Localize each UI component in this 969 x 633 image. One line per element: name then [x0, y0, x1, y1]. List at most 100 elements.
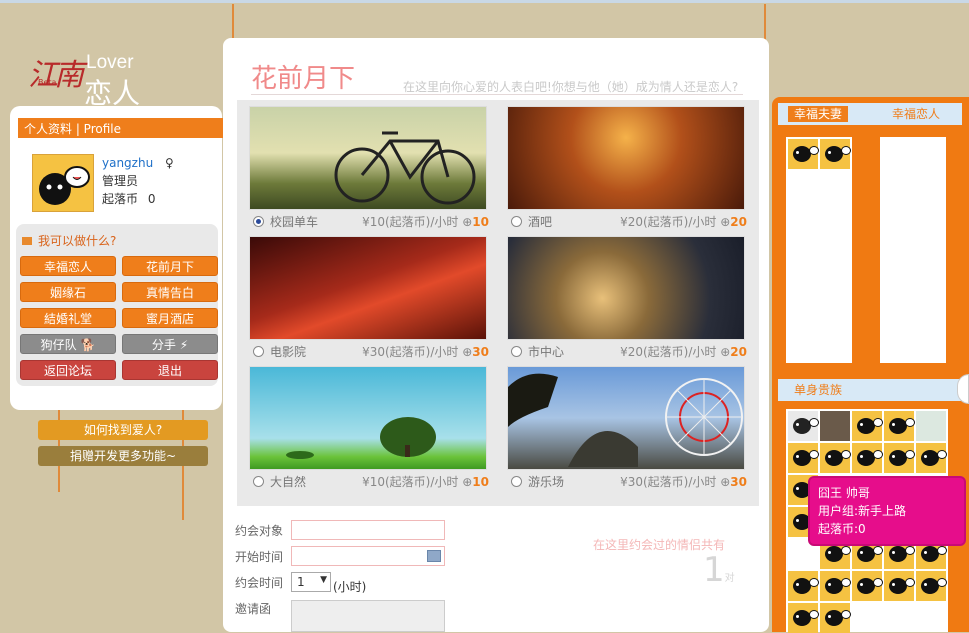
place-price: ¥10(起落币)/小时 ⊕10 — [362, 214, 489, 229]
site-logo[interactable]: 江南 Beta Lover 恋人 — [28, 50, 158, 110]
bicycle-icon — [334, 131, 476, 205]
side-scroll-tab[interactable] — [957, 374, 969, 404]
right-panel: 幸福夫妻 幸福恋人 单身贵族 — [772, 97, 969, 633]
btn-confession[interactable]: 真情告白 — [122, 282, 218, 302]
ferris-wheel-icon — [508, 373, 743, 467]
member-avatar-icon[interactable] — [820, 139, 851, 169]
member-avatar-icon[interactable] — [884, 571, 915, 601]
member-photo-avatar[interactable] — [916, 411, 946, 441]
radio-cinema[interactable] — [253, 345, 264, 357]
member-avatar-icon[interactable] — [788, 571, 819, 601]
btn-honeymoon-hotel[interactable]: 蜜月酒店 — [122, 308, 218, 328]
singles-title: 单身贵族 — [794, 383, 843, 397]
radio-amusement-park[interactable] — [511, 475, 522, 487]
tab-happy-couples[interactable]: 幸福夫妻 — [788, 106, 849, 122]
btn-breakup[interactable]: 分手 ⚡ — [122, 334, 218, 354]
user-info: yangzhu ♀ 管理员 起落币 0 — [102, 154, 174, 208]
member-avatar-icon[interactable] — [788, 603, 819, 633]
btn-paparazzi-label: 狗仔队 — [40, 338, 77, 352]
date-target-input[interactable] — [291, 520, 445, 540]
place-count: 10 — [472, 214, 489, 229]
member-avatar-icon[interactable] — [788, 443, 819, 473]
member-avatar-icon[interactable] — [884, 411, 915, 441]
stats-count-value: 1 — [703, 550, 725, 590]
place-count: 10 — [472, 474, 489, 489]
radio-campus-bike[interactable] — [253, 215, 264, 227]
chevron-down-icon: ▼ — [320, 575, 327, 585]
btn-paparazzi[interactable]: 狗仔队 🐕 — [20, 334, 116, 354]
radio-bar[interactable] — [511, 215, 522, 227]
member-avatar-icon[interactable] — [852, 571, 883, 601]
place-card[interactable]: 大自然 ¥10(起落币)/小时 ⊕10 — [249, 366, 489, 492]
place-name: 游乐场 — [528, 474, 565, 489]
singles-header: 单身贵族 — [778, 379, 962, 401]
photo-amusement-park — [507, 366, 745, 470]
actions-box: 我可以做什么? 幸福恋人 花前月下 姻缘石 真情告白 結婚礼堂 蜜月酒店 狗仔队… — [16, 224, 218, 386]
member-avatar-icon[interactable] — [852, 443, 883, 473]
username-link[interactable]: yangzhu — [102, 156, 153, 170]
place-card[interactable]: 酒吧 ¥20(起落币)/小时 ⊕20 — [507, 106, 747, 232]
radio-city-center[interactable] — [511, 345, 522, 357]
title-divider — [251, 94, 743, 95]
donate-button[interactable]: 捐赠开发更多功能~ — [38, 446, 208, 466]
gender-icon: ♀ — [165, 156, 174, 170]
btn-logout[interactable]: 退出 — [122, 360, 218, 380]
actions-title-text: 我可以做什么? — [38, 234, 117, 248]
photo-campus-bike — [249, 106, 487, 210]
member-avatar-icon[interactable] — [852, 411, 883, 441]
member-photo-avatar[interactable] — [820, 411, 850, 441]
avatar-face-icon — [39, 166, 90, 205]
how-to-find-love-button[interactable]: 如何找到爱人? — [38, 420, 208, 440]
start-time-input[interactable] — [291, 546, 445, 566]
user-role: 管理员 — [102, 174, 139, 188]
member-avatar-icon[interactable] — [884, 443, 915, 473]
actions-title: 我可以做什么? — [22, 232, 116, 249]
place-price: ¥30(起落币)/小时 ⊕30 — [362, 344, 489, 359]
tooltip-name: 囧王 帅哥 — [818, 486, 870, 500]
member-panda-avatar-icon[interactable] — [788, 411, 819, 441]
tab-happy-lovers[interactable]: 幸福恋人 — [886, 106, 946, 122]
place-card[interactable]: 校园单车 ¥10(起落币)/小时 ⊕10 — [249, 106, 489, 232]
tooltip-currency: 起落币:0 — [818, 522, 866, 536]
btn-wedding-hall[interactable]: 結婚礼堂 — [20, 308, 116, 328]
member-avatar-icon[interactable] — [916, 443, 947, 473]
photo-bar — [507, 106, 745, 210]
place-name: 酒吧 — [528, 214, 553, 229]
place-price: ¥10(起落币)/小时 ⊕10 — [362, 474, 489, 489]
tree-icon — [286, 417, 436, 459]
invitation-textarea[interactable] — [291, 600, 445, 632]
duration-value: 1 — [297, 575, 305, 589]
place-card[interactable]: 游乐场 ¥30(起落币)/小时 ⊕30 — [507, 366, 747, 492]
member-avatar-icon[interactable] — [916, 571, 947, 601]
couples-column — [786, 137, 852, 363]
btn-happy-lovers[interactable]: 幸福恋人 — [20, 256, 116, 276]
main-panel: 花前月下 在这里向你心爱的人表白吧!你想与他（她）成为情人还是恋人? 校园单车 ¥… — [223, 38, 769, 632]
place-price-text: 30(起落币)/小时 — [627, 474, 717, 489]
place-card[interactable]: 电影院 ¥30(起落币)/小时 ⊕30 — [249, 236, 489, 362]
lovers-column — [880, 137, 946, 363]
btn-marriage-stone[interactable]: 姻缘石 — [20, 282, 116, 302]
start-time-label: 开始时间 — [235, 550, 284, 564]
place-count: 20 — [730, 344, 747, 359]
place-name: 电影院 — [270, 344, 307, 359]
member-avatar-icon[interactable] — [788, 139, 819, 169]
logo-en: Lover — [86, 52, 134, 73]
place-price-text: 20(起落币)/小时 — [627, 214, 717, 229]
member-avatar-icon[interactable] — [820, 603, 851, 633]
btn-back-forum[interactable]: 返回论坛 — [20, 360, 116, 380]
member-avatar-icon[interactable] — [820, 443, 851, 473]
place-price: ¥30(起落币)/小时 ⊕30 — [620, 474, 747, 489]
member-tooltip: 囧王 帅哥 用户组:新手上路 起落币:0 — [808, 476, 966, 546]
member-avatar-icon[interactable] — [820, 571, 851, 601]
stats-unit: 对 — [724, 573, 735, 584]
page-subtitle: 在这里向你心爱的人表白吧!你想与他（她）成为情人还是恋人? — [403, 80, 739, 94]
tooltip-group: 用户组:新手上路 — [818, 504, 907, 518]
radio-nature[interactable] — [253, 475, 264, 487]
place-count: 20 — [730, 214, 747, 229]
btn-moonlight-date[interactable]: 花前月下 — [122, 256, 218, 276]
duration-select[interactable]: 1 ▼ — [291, 572, 331, 592]
avatar[interactable] — [32, 154, 94, 212]
place-card[interactable]: 市中心 ¥20(起落币)/小时 ⊕20 — [507, 236, 747, 362]
invitation-label: 邀请函 — [235, 602, 272, 616]
calendar-icon[interactable] — [427, 550, 441, 562]
